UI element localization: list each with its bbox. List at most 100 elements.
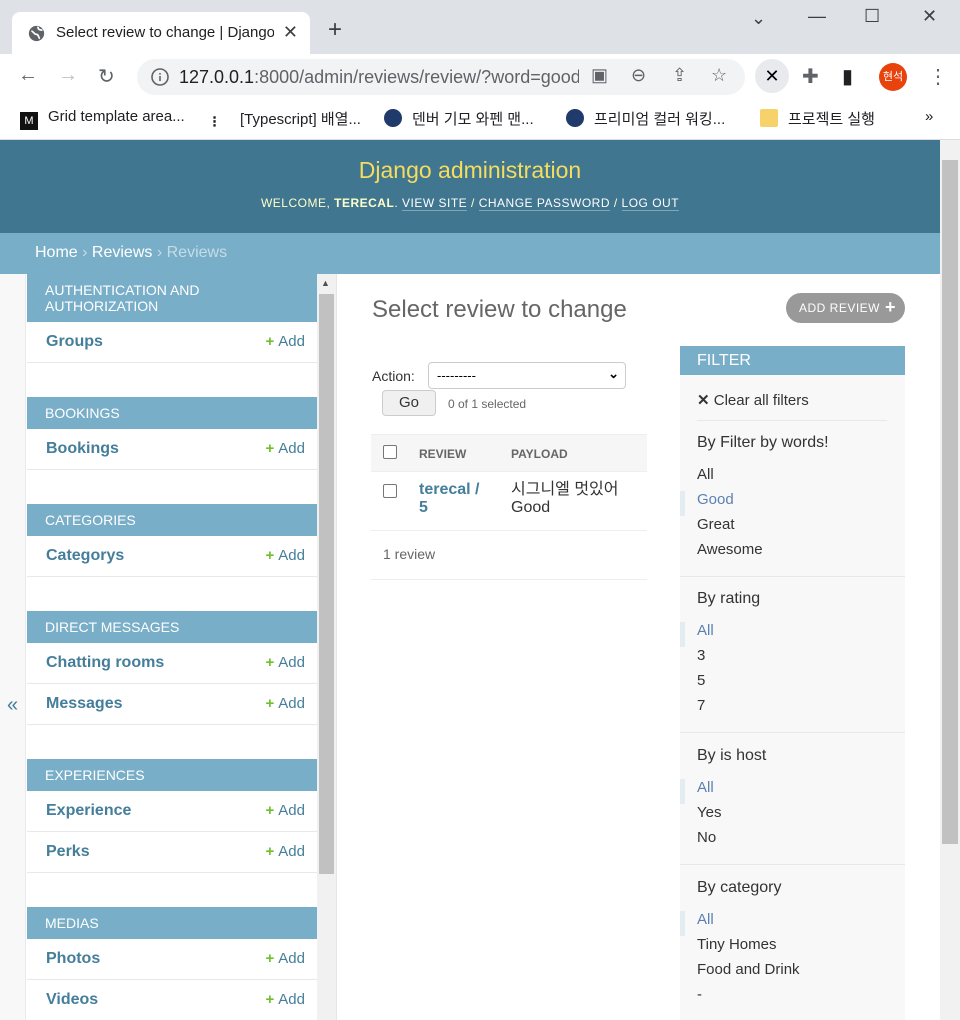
add-model-link[interactable]: + Add — [266, 843, 305, 860]
tab-search-icon[interactable]: ⌄ — [751, 8, 766, 29]
module-caption[interactable]: Experiences — [27, 759, 317, 791]
filter-option[interactable]: Food and Drink — [680, 961, 905, 986]
log-out-link[interactable]: Log out — [621, 196, 680, 211]
model-link[interactable]: Categorys — [46, 547, 124, 565]
model-link[interactable]: Videos — [46, 991, 98, 1009]
close-window-icon[interactable]: ✕ — [922, 6, 937, 27]
view-site-link[interactable]: View site — [401, 196, 468, 211]
add-model-link[interactable]: + Add — [266, 547, 305, 564]
minimize-icon[interactable]: — — [808, 6, 826, 27]
add-model-link[interactable]: + Add — [266, 654, 305, 671]
extensions-puzzle-icon[interactable]: ✚ — [802, 64, 819, 89]
select-all-checkbox[interactable] — [383, 445, 397, 459]
add-model-link[interactable]: + Add — [266, 440, 305, 457]
filter-group: By is host All Yes No — [680, 747, 905, 865]
review-link[interactable]: terecal / 5 — [419, 481, 489, 517]
filter-group: By Filter by words! All Good Great Awesome — [680, 434, 905, 577]
side-panel-icon[interactable]: ▮ — [842, 64, 853, 89]
row-checkbox[interactable] — [383, 484, 397, 498]
filter-option[interactable]: 5 — [680, 672, 905, 697]
filter-option[interactable]: - — [680, 986, 905, 1011]
plus-icon: + — [265, 991, 275, 1008]
filter-option[interactable]: 7 — [680, 697, 905, 722]
toggle-nav-sidebar[interactable]: « — [0, 274, 26, 1020]
module-caption[interactable]: Medias — [27, 907, 317, 939]
sidebar-model-row: Messages + Add — [27, 684, 317, 725]
forward-icon[interactable]: → — [58, 64, 78, 87]
action-select[interactable]: --------- ⌄ — [428, 362, 626, 389]
model-link[interactable]: Bookings — [46, 440, 119, 458]
add-model-link[interactable]: + Add — [266, 695, 305, 712]
filter-option[interactable]: Yes — [680, 804, 905, 829]
bookmark-premium[interactable]: 프리미엄 컬러 워킹... — [566, 108, 725, 129]
table-header: Review Payload — [371, 434, 647, 472]
go-button[interactable]: Go — [382, 390, 436, 416]
add-model-link[interactable]: + Add — [266, 950, 305, 967]
add-model-link[interactable]: + Add — [266, 333, 305, 350]
app-module: Authentication and Authorization Groups + A… — [27, 274, 317, 363]
bookmark-denver[interactable]: 덴버 기모 와펜 맨... — [384, 108, 534, 129]
page-scrollbar[interactable] — [940, 140, 960, 1020]
bookmark-star-icon[interactable]: ☆ — [711, 65, 727, 86]
zoom-icon[interactable]: ⊖ — [631, 65, 646, 86]
model-link[interactable]: Messages — [46, 695, 123, 713]
add-model-link[interactable]: + Add — [266, 802, 305, 819]
model-link[interactable]: Perks — [46, 843, 90, 861]
bookmark-folder-project[interactable]: 프로젝트 실행 — [760, 108, 875, 129]
filter-option[interactable]: All — [680, 466, 905, 491]
maximize-icon[interactable]: ☐ — [864, 6, 880, 27]
filter-option[interactable]: Awesome — [680, 541, 905, 566]
filter-option[interactable]: Good — [680, 491, 905, 516]
new-tab-icon[interactable]: + — [328, 18, 342, 42]
add-model-link[interactable]: + Add — [266, 991, 305, 1008]
sidebar-scroll-thumb[interactable] — [319, 294, 334, 874]
sidebar-model-row: Experience + Add — [27, 791, 317, 832]
page-scroll-thumb[interactable] — [942, 160, 958, 844]
model-link[interactable]: Groups — [46, 333, 103, 351]
column-review[interactable]: Review — [419, 447, 466, 461]
module-caption[interactable]: Bookings — [27, 397, 317, 429]
filter-option[interactable]: Tiny Homes — [680, 936, 905, 961]
clear-filters-link[interactable]: ✕ Clear all filters — [697, 391, 887, 421]
filter-option[interactable]: Great — [680, 516, 905, 541]
model-link[interactable]: Photos — [46, 950, 100, 968]
filter-option[interactable]: All — [680, 622, 905, 647]
reload-icon[interactable]: ↻ — [98, 64, 115, 89]
module-caption[interactable]: Direct Messages — [27, 611, 317, 643]
filter-option[interactable]: All — [680, 911, 905, 936]
filter-group-title: By Filter by words! — [697, 434, 829, 451]
address-bar[interactable]: 127.0.0.1:8000/admin/reviews/review/?wor… — [137, 59, 745, 95]
menu-kebab-icon[interactable]: ⋮ — [928, 64, 948, 89]
sidebar-model-row: Photos + Add — [27, 939, 317, 980]
model-link[interactable]: Chatting rooms — [46, 654, 164, 672]
module-caption[interactable]: Categories — [27, 504, 317, 536]
site-branding[interactable]: Django administration — [0, 140, 940, 184]
browser-tab[interactable]: Select review to change | Django ✕ — [12, 12, 310, 54]
bookmark-grid[interactable]: M Grid template area... — [20, 108, 185, 130]
profile-avatar[interactable]: 현석 — [879, 63, 907, 91]
bookmarks-overflow[interactable]: » — [925, 108, 933, 125]
close-tab-icon[interactable]: ✕ — [283, 22, 298, 43]
scroll-up-icon[interactable]: ▲ — [321, 278, 330, 288]
site-info-icon[interactable] — [151, 68, 169, 86]
filter-option[interactable]: No — [680, 829, 905, 854]
module-caption[interactable]: Authentication and Authorization — [27, 274, 317, 322]
browser-tab-strip: Select review to change | Django ✕ + ⌄ —… — [0, 0, 960, 54]
filter-group-title: By is host — [697, 747, 767, 764]
filter-option[interactable]: 3 — [680, 647, 905, 672]
filter-option[interactable]: All — [680, 779, 905, 804]
add-review-button[interactable]: Add Review + — [786, 293, 905, 323]
selection-counter: 0 of 1 selected — [448, 397, 527, 411]
share-icon[interactable]: ⇪ — [672, 65, 687, 86]
extension-x-icon[interactable]: ✕ — [755, 59, 789, 93]
sidebar-scrollbar[interactable]: ▲ — [317, 274, 337, 1020]
bookmark-typescript[interactable]: ⁝ [Typescript] 배열... — [212, 108, 361, 134]
translate-icon[interactable]: ▣ — [591, 65, 608, 86]
change-password-link[interactable]: Change password — [478, 196, 610, 211]
folder-icon — [760, 109, 778, 127]
breadcrumb-app[interactable]: Reviews — [92, 244, 152, 261]
model-link[interactable]: Experience — [46, 802, 131, 820]
back-icon[interactable]: ← — [18, 64, 38, 87]
column-payload[interactable]: Payload — [511, 447, 568, 461]
breadcrumb-home[interactable]: Home — [35, 244, 78, 261]
